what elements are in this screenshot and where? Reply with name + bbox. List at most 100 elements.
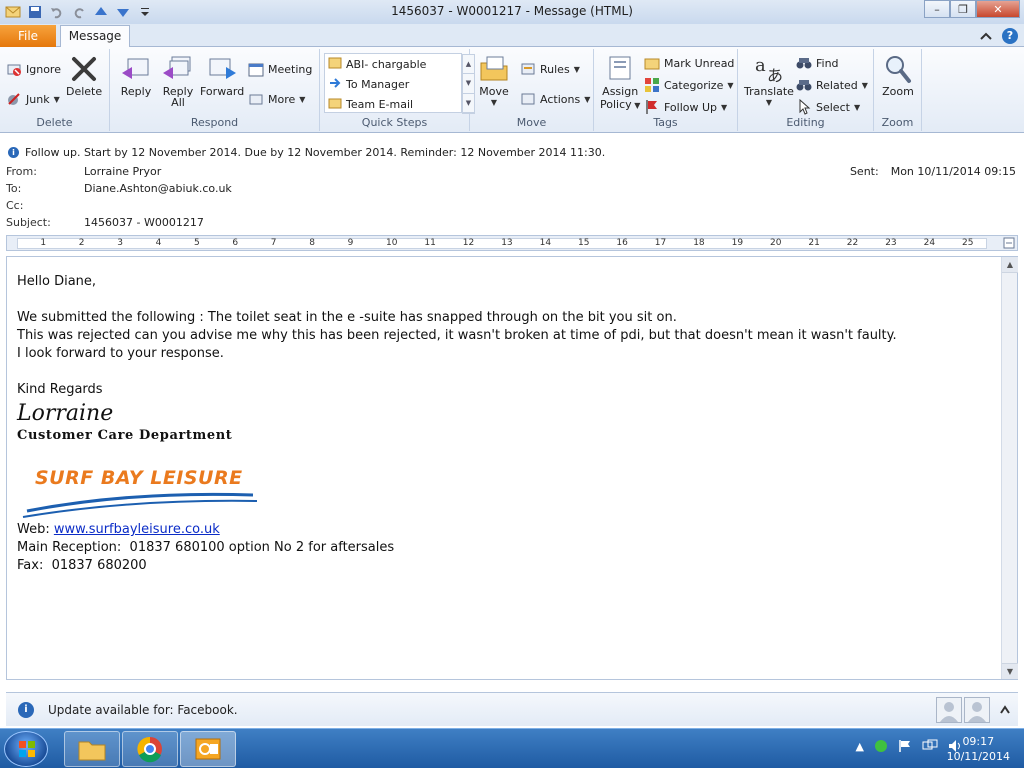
actions-button[interactable]: Actions ▼: [520, 91, 590, 107]
move-group: Move ▼ Rules ▼ Actions ▼ Move: [470, 49, 594, 131]
more-respond-button[interactable]: More ▼: [248, 91, 305, 107]
assign-policy-icon: [604, 53, 636, 85]
ruler-scale: 1 2 3 4 5 6 7 8 9 10 11 12 13 14 15 16 17 18 19 20 21 22 23 24 2…: [17, 238, 987, 249]
follow-up-text: Follow up. Start by 12 November 2014. Du…: [25, 145, 606, 159]
scroll-down-icon[interactable]: ▼: [1002, 663, 1018, 679]
translate-icon: aあ: [753, 53, 785, 85]
vertical-scrollbar[interactable]: ▲ ▼: [1001, 257, 1018, 679]
find-button[interactable]: Find: [796, 55, 839, 71]
explorer-taskbar-button[interactable]: [64, 731, 120, 767]
assign-policy-button[interactable]: Assign Policy ▼: [600, 53, 640, 111]
follow-up-infobar[interactable]: i Follow up. Start by 12 November 2014. …: [0, 144, 605, 160]
signature-name: Lorraine: [17, 401, 114, 426]
show-hidden-icons-icon[interactable]: ▲: [856, 740, 864, 753]
outlook-taskbar-button[interactable]: [180, 731, 236, 767]
ruler-tick-label: 19: [731, 238, 744, 248]
team-email-icon: [328, 96, 342, 113]
subject-value: 1456037 - W0001217: [84, 216, 204, 229]
chrome-taskbar-button[interactable]: [122, 731, 178, 767]
scroll-up-icon[interactable]: ▲: [1002, 257, 1018, 273]
tab-file[interactable]: File: [0, 25, 56, 47]
ruler-tick-label: 21: [808, 238, 820, 248]
action-center-flag-icon[interactable]: [898, 739, 912, 753]
start-button[interactable]: [4, 731, 48, 767]
update-status-text: Update available for: Facebook.: [48, 703, 238, 717]
clock[interactable]: 09:17 10/11/2014: [947, 734, 1010, 764]
ruler-tick-label: 3: [117, 238, 123, 248]
quick-steps-gallery: ABI- chargable To Manager Team E-mail ▲ ▼…: [324, 53, 475, 114]
ruler-tick-label: 8: [309, 238, 315, 248]
contact-avatar[interactable]: [936, 697, 962, 723]
from-row: From: Lorraine Pryor: [6, 165, 161, 178]
translate-dropdown-icon: ▼: [765, 98, 773, 107]
ribbon-controls: ?: [978, 28, 1018, 44]
quick-step-item[interactable]: ABI- chargable: [325, 54, 461, 74]
quick-step-item[interactable]: To Manager: [325, 74, 461, 94]
quick-step-item[interactable]: Team E-mail: [325, 94, 461, 114]
magnifier-icon: [882, 53, 914, 85]
body-line-1: We submitted the following : The toilet …: [17, 310, 677, 325]
move-dropdown-icon: ▼: [490, 98, 498, 107]
ruler-tick-label: 17: [654, 238, 667, 248]
signature-department: Customer Care Department: [17, 428, 233, 443]
ruler-tick-label: 2: [78, 238, 85, 248]
categorize-icon: [644, 77, 660, 93]
delete-button[interactable]: Delete: [66, 53, 102, 98]
zoom-button[interactable]: Zoom: [882, 53, 914, 98]
quick-steps-group-label: Quick Steps: [361, 116, 428, 129]
minimize-ribbon-icon[interactable]: [978, 28, 994, 44]
minimize-button[interactable]: –: [924, 0, 950, 18]
reception-line: Main Reception: 01837 680100 option No 2…: [17, 540, 395, 555]
mark-unread-button[interactable]: Mark Unread: [644, 55, 734, 71]
contact-avatar[interactable]: [964, 697, 990, 723]
to-row: To: Diane.Ashton@abiuk.co.uk: [6, 182, 232, 195]
reply-button[interactable]: Reply: [120, 53, 152, 98]
delete-group: Ignore Junk ▼ Delete Delete: [0, 49, 110, 131]
tags-group: Assign Policy ▼ Mark Unread Categorize ▼ …: [594, 49, 738, 131]
ruler-tick-label: 11: [424, 238, 436, 248]
follow-up-button[interactable]: Follow Up ▼: [644, 99, 727, 115]
select-button[interactable]: Select ▼: [796, 99, 860, 115]
reply-all-button[interactable]: Reply All: [162, 53, 194, 109]
help-icon[interactable]: ?: [1002, 28, 1018, 44]
actions-dropdown-icon: ▼: [584, 94, 591, 104]
categorize-button[interactable]: Categorize ▼: [644, 77, 734, 93]
move-folder-icon: [478, 53, 510, 85]
maximize-button[interactable]: ❐: [950, 0, 976, 18]
ruler-tick-label: 1: [40, 238, 47, 248]
cc-row: Cc:: [6, 199, 84, 212]
body-line-3: I look forward to your response.: [17, 346, 224, 361]
ruler-tick-label: 18: [693, 238, 705, 248]
info-icon: i: [18, 702, 34, 718]
expand-people-pane-icon[interactable]: [998, 703, 1012, 717]
zoom-group-label: Zoom: [881, 116, 914, 129]
network-icon[interactable]: [922, 739, 938, 753]
move-button[interactable]: Move ▼: [478, 53, 510, 107]
ignore-button[interactable]: Ignore: [6, 61, 61, 77]
forward-button[interactable]: Forward: [200, 53, 244, 98]
binoculars-icon: [796, 55, 812, 71]
outlook-icon: [195, 738, 221, 760]
ruler-tick-label: 20: [770, 238, 782, 248]
delete-group-label: Delete: [36, 116, 73, 129]
ribbon-tabs: File Message ?: [0, 24, 1024, 48]
ruler-toggle-icon[interactable]: [1003, 237, 1015, 249]
junk-dropdown-icon: ▼: [53, 94, 60, 104]
junk-button[interactable]: Junk ▼: [6, 91, 60, 107]
from-value[interactable]: Lorraine Pryor: [84, 165, 161, 178]
sent-label: Sent:: [849, 165, 879, 178]
meeting-button[interactable]: Meeting: [248, 61, 312, 77]
status-green-icon[interactable]: [874, 739, 888, 753]
to-value[interactable]: Diane.Ashton@abiuk.co.uk: [84, 182, 232, 195]
move-group-label: Move: [516, 116, 547, 129]
ruler[interactable]: 1 2 3 4 5 6 7 8 9 10 11 12 13 14 15 16 17 18 19 20 21 22 23 24 2…: [6, 235, 1018, 251]
rules-button[interactable]: Rules ▼: [520, 61, 580, 77]
translate-button[interactable]: aあ Translate ▼: [744, 53, 794, 107]
message-body[interactable]: Hello Diane, We submitted the following …: [6, 256, 1018, 680]
related-button[interactable]: Related ▼: [796, 77, 868, 93]
rules-icon: [520, 61, 536, 77]
surf-bay-leisure-logo: SURF BAY LEISURE: [21, 465, 261, 527]
close-button[interactable]: ✕: [976, 0, 1020, 18]
tab-message[interactable]: Message: [60, 25, 130, 48]
window-title: 1456037 - W0001217 - Message (HTML): [391, 4, 633, 18]
